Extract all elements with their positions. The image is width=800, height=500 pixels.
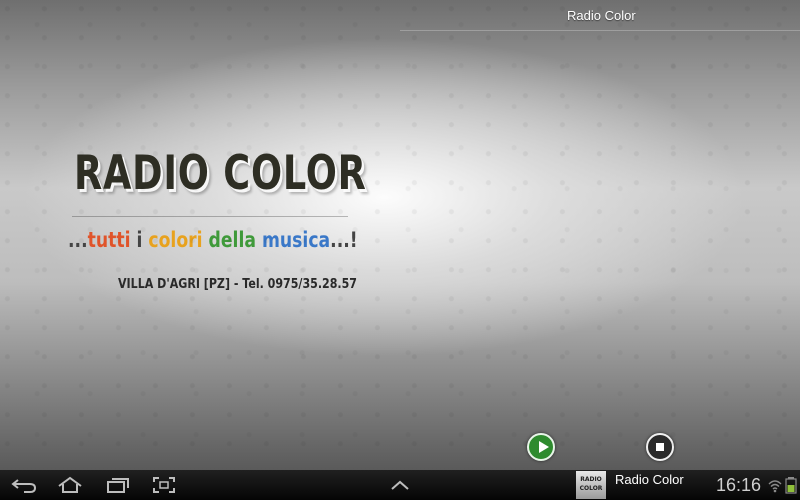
stop-button[interactable]: [646, 433, 674, 461]
slogan-segment: i: [130, 228, 149, 252]
play-button[interactable]: [527, 433, 555, 461]
screenshot-icon[interactable]: [150, 476, 178, 494]
slogan-segment: musica: [261, 228, 331, 252]
action-bar-divider: [400, 30, 800, 31]
home-icon[interactable]: [56, 476, 84, 494]
action-bar-title: Radio Color: [567, 8, 636, 23]
logo-divider: [72, 216, 348, 217]
recent-apps-icon[interactable]: [103, 476, 131, 494]
station-logo: RADIO COLOR ...tutti i colori della musi…: [66, 146, 367, 292]
slogan-segment: colori: [148, 228, 203, 252]
back-icon[interactable]: [10, 476, 38, 494]
app-screen: Radio Color RADIO COLOR ...tutti i color…: [0, 0, 800, 470]
notification-title[interactable]: Radio Color: [615, 472, 684, 487]
battery-icon: [784, 476, 798, 494]
slogan-segment: tutti: [87, 228, 131, 252]
status-clock: 16:16: [716, 475, 762, 495]
wifi-icon: [768, 476, 782, 494]
slogan-segment: ...!: [330, 228, 358, 252]
slogan-segment: ...: [68, 228, 88, 252]
slogan-segment: della: [208, 228, 256, 252]
notification-thumbnail[interactable]: RADIO COLOR: [576, 471, 606, 499]
logo-address: VILLA D'AGRI [PZ] - Tel. 0975/35.28.57: [118, 277, 357, 292]
logo-slogan: ...tutti i colori della musica...!: [68, 228, 358, 252]
up-chevron-icon[interactable]: [386, 476, 414, 494]
logo-name: RADIO COLOR: [74, 146, 367, 201]
